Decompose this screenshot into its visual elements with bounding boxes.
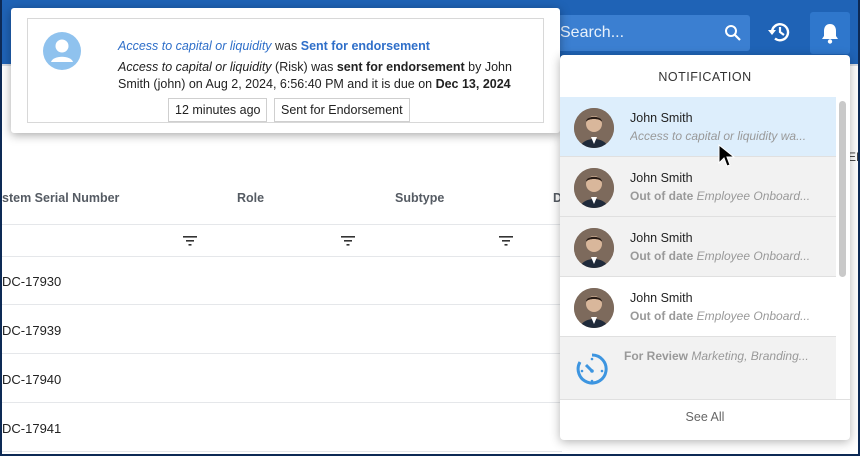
notification-panel: NOTIFICATION John Smith Access to capita…	[560, 55, 850, 440]
notification-item[interactable]: John Smith Access to capital or liquidit…	[560, 97, 836, 157]
notification-sender: John Smith	[630, 171, 693, 185]
toast-body-action: sent for endorsement	[336, 60, 465, 74]
serial-cell: DC-17941	[2, 421, 62, 436]
review-timer-icon	[576, 353, 608, 385]
divider	[560, 399, 850, 400]
window-frame: Search... stem Serial Number Role Subtyp…	[0, 0, 860, 456]
toast-title: Access to capital or liquidity was Sent …	[118, 39, 430, 53]
table-row[interactable]: DC-17941	[2, 404, 562, 452]
column-header-subtype[interactable]: Subtype	[395, 191, 444, 205]
notification-toast[interactable]: Access to capital or liquidity was Sent …	[11, 8, 560, 133]
toast-item-link[interactable]: Access to capital or liquidity	[118, 39, 272, 53]
notification-text: Out of date Employee Onboard...	[630, 249, 811, 263]
notification-text: For Review Marketing, Branding...	[624, 349, 809, 363]
serial-cell: DC-17940	[2, 372, 62, 387]
status-tag: Sent for Endorsement	[274, 98, 410, 122]
toast-body-item: Access to capital or liquidity	[118, 60, 272, 74]
filter-icon[interactable]	[183, 235, 197, 247]
notification-item[interactable]: John Smith Out of date Employee Onboard.…	[560, 277, 836, 337]
toast-body: Access to capital or liquidity (Risk) wa…	[118, 59, 538, 93]
toast-content: Access to capital or liquidity was Sent …	[27, 18, 544, 123]
notifications-button[interactable]	[810, 12, 850, 54]
history-icon[interactable]	[766, 18, 794, 46]
time-tag: 12 minutes ago	[168, 98, 268, 122]
toast-body-type: (Risk) was	[275, 60, 334, 74]
avatar	[574, 168, 614, 208]
notification-sender: John Smith	[630, 111, 693, 125]
search-box[interactable]: Search...	[558, 15, 750, 51]
serial-cell: DC-17939	[2, 323, 62, 338]
toast-was: was	[275, 39, 298, 53]
notification-item[interactable]: For Review Marketing, Branding...	[560, 337, 836, 399]
toast-body-due: Dec 13, 2024	[435, 77, 511, 91]
panel-title: NOTIFICATION	[658, 70, 752, 84]
see-all-link[interactable]: See All	[560, 410, 850, 424]
notification-text: Access to capital or liquidity wa...	[630, 129, 807, 143]
table-row[interactable]: DC-17930	[2, 257, 562, 305]
table-row[interactable]: DC-17940	[2, 355, 562, 403]
notification-sender: John Smith	[630, 291, 693, 305]
notification-list: John Smith Access to capital or liquidit…	[560, 97, 836, 399]
search-input[interactable]: Search...	[560, 24, 624, 42]
scrollbar[interactable]	[839, 101, 846, 277]
notification-text: Out of date Employee Onboard...	[630, 189, 811, 203]
search-icon[interactable]	[724, 24, 742, 42]
toast-status-link[interactable]: Sent for endorsement	[301, 39, 430, 53]
notification-sender: John Smith	[630, 231, 693, 245]
mouse-cursor-icon	[718, 144, 736, 167]
notification-item[interactable]: John Smith Out of date Employee Onboard.…	[560, 217, 836, 277]
notification-item[interactable]: John Smith Out of date Employee Onboard.…	[560, 157, 836, 217]
avatar	[574, 108, 614, 148]
bell-icon	[822, 24, 838, 44]
column-header-role[interactable]: Role	[237, 191, 264, 205]
column-header-serial[interactable]: stem Serial Number	[2, 191, 119, 205]
serial-cell: DC-17930	[2, 274, 62, 289]
notification-text: Out of date Employee Onboard...	[630, 309, 811, 323]
app-window: Search... stem Serial Number Role Subtyp…	[2, 0, 858, 454]
filter-icon[interactable]	[341, 235, 355, 247]
avatar	[574, 228, 614, 268]
filter-icon[interactable]	[499, 235, 513, 247]
filter-row	[2, 224, 562, 257]
user-avatar-icon	[43, 32, 81, 70]
avatar	[574, 288, 614, 328]
table-row[interactable]: DC-17939	[2, 306, 562, 354]
